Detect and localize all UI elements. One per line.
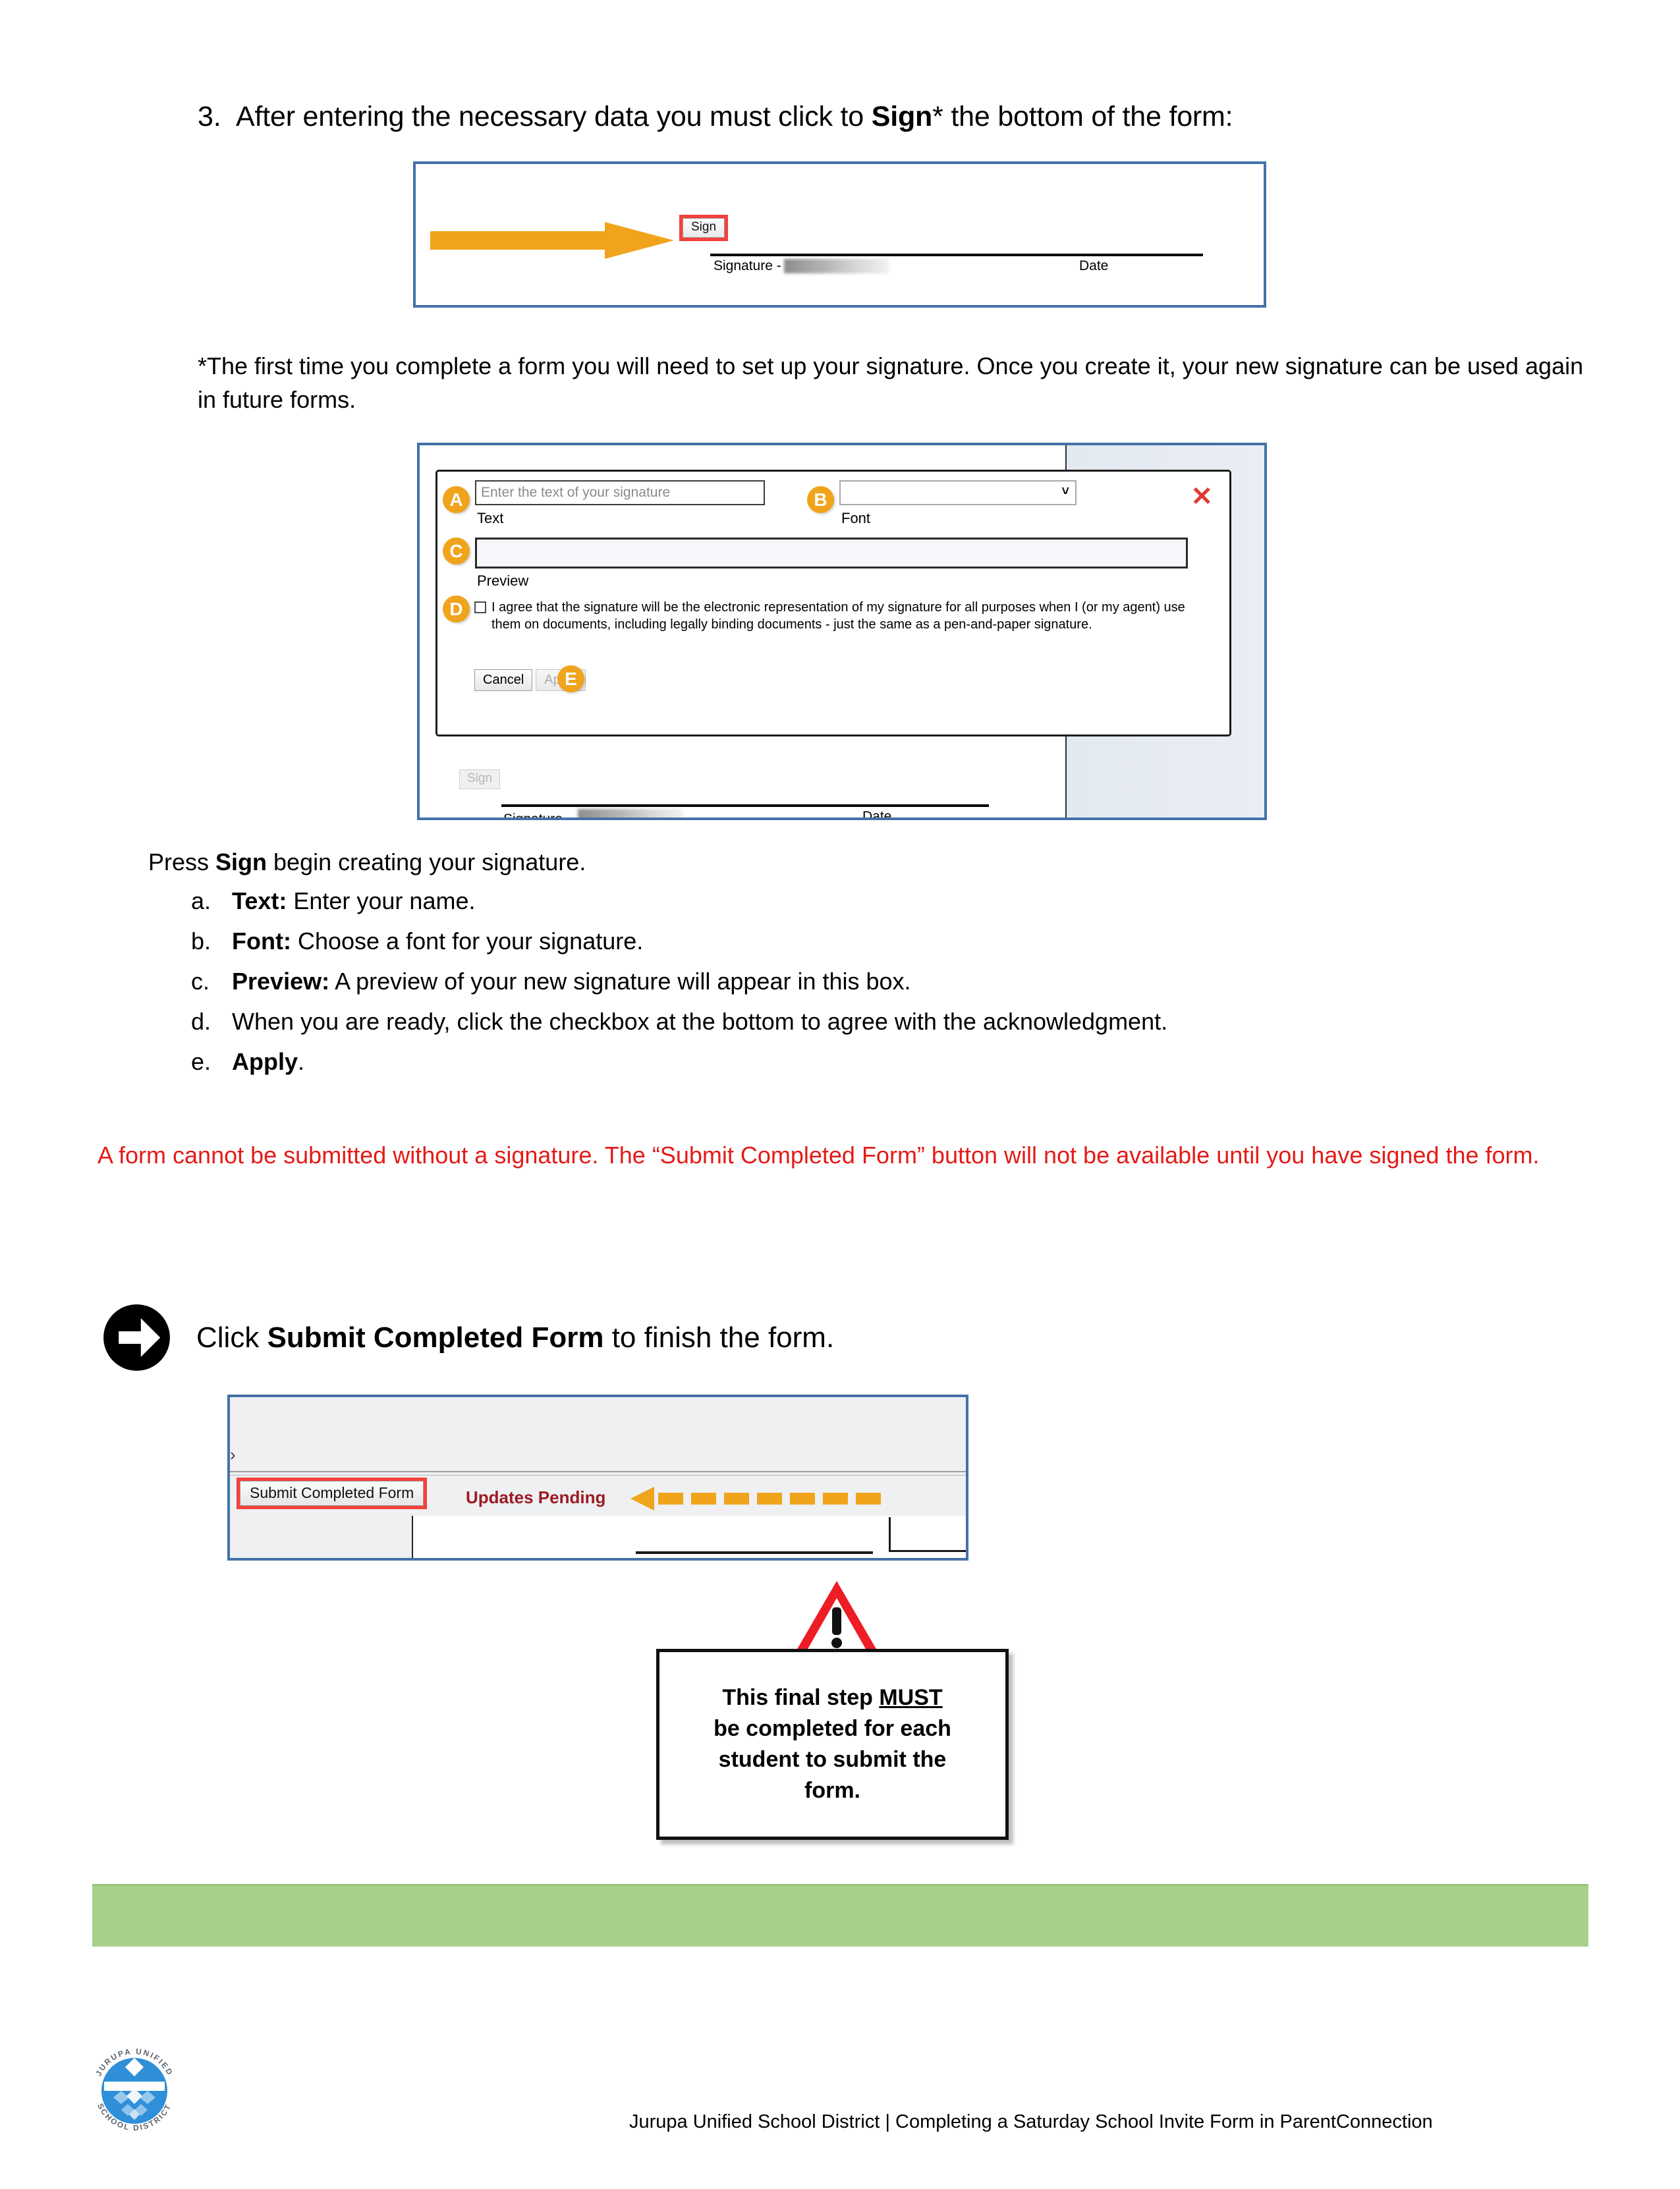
submit-instruction-text: Click Submit Completed Form to finish th… bbox=[196, 1321, 834, 1354]
final-step-callout: This final step MUST be completed for ea… bbox=[656, 1649, 1009, 1840]
callout-line3: student to submit the bbox=[718, 1747, 947, 1772]
submit-instruction-row: Click Submit Completed Form to finish th… bbox=[102, 1303, 834, 1372]
press-sign-line: Press Sign begin creating your signature… bbox=[148, 848, 586, 876]
agree-checkbox[interactable] bbox=[474, 601, 486, 613]
form-cell-a bbox=[412, 1516, 638, 1558]
step-text-before: After entering the necessary data you mu… bbox=[236, 101, 872, 132]
marker-d: D bbox=[443, 596, 470, 623]
callout-text: This final step MUST be completed for ea… bbox=[704, 1682, 961, 1806]
partial-glyph: › bbox=[230, 1445, 236, 1464]
list-marker: e. bbox=[191, 1048, 211, 1075]
list-text: Text: Enter your name. bbox=[232, 889, 475, 913]
submit-completed-form-button[interactable]: Submit Completed Form bbox=[240, 1481, 424, 1507]
signature-label: Signature - bbox=[503, 812, 571, 820]
list-rest: Choose a font for your signature. bbox=[291, 928, 644, 955]
orange-arrow-icon bbox=[430, 222, 674, 259]
red-warning-paragraph: A form cannot be submitted without a sig… bbox=[98, 1142, 1540, 1169]
list-text: Apply. bbox=[232, 1050, 304, 1074]
step-bold-sign: Sign bbox=[871, 101, 933, 132]
press-bold: Sign bbox=[215, 848, 267, 875]
circle-right-arrow-icon bbox=[103, 1304, 170, 1371]
submit-button-highlight: Submit Completed Form bbox=[237, 1478, 428, 1510]
date-label: Date bbox=[1079, 258, 1109, 273]
close-icon[interactable]: ✕ bbox=[1190, 484, 1213, 510]
signature-setup-dialog: ✕ A Enter the text of your signature Tex… bbox=[435, 470, 1231, 736]
footer-text: Jurupa Unified School District | Complet… bbox=[629, 2111, 1433, 2132]
dashed-orange-arrow-icon bbox=[630, 1487, 881, 1510]
acknowledgment-row: I agree that the signature will be the e… bbox=[474, 599, 1192, 634]
submit-before: Click bbox=[196, 1321, 267, 1354]
form-bottom-area: Sign Signature - Date bbox=[435, 745, 1167, 817]
step-3-heading: 3. After entering the necessary data you … bbox=[198, 97, 1581, 136]
font-select[interactable]: ˅ bbox=[839, 480, 1077, 505]
sign-button[interactable]: Sign bbox=[683, 218, 725, 238]
redacted-name-block bbox=[577, 809, 683, 817]
sign-button-disabled: Sign bbox=[459, 769, 501, 789]
press-after: begin creating your signature. bbox=[267, 848, 586, 875]
signature-steps-list: a. Text: Enter your name. b. Font: Choos… bbox=[191, 889, 1509, 1090]
signature-label: Signature - bbox=[714, 258, 781, 273]
form-toolbar-strip bbox=[230, 1397, 966, 1476]
marker-e: E bbox=[557, 665, 584, 692]
divider-line bbox=[230, 1471, 966, 1472]
font-label: Font bbox=[841, 510, 871, 526]
list-marker: b. bbox=[191, 928, 211, 955]
signature-caption: Signature - Date bbox=[503, 809, 991, 820]
list-marker: c. bbox=[191, 968, 210, 995]
preview-label: Preview bbox=[477, 572, 529, 589]
sign-button-highlight: Sign bbox=[679, 215, 729, 241]
figure-submit-completed-form: › Submit Completed Form Updates Pending bbox=[227, 1395, 968, 1561]
cancel-button[interactable]: Cancel bbox=[474, 669, 533, 691]
callout-must: MUST bbox=[879, 1685, 943, 1711]
signature-line bbox=[710, 254, 1203, 256]
callout-line2: be completed for each bbox=[714, 1716, 951, 1742]
form-corner-notch bbox=[889, 1517, 966, 1552]
list-bold: Font: bbox=[232, 928, 291, 955]
jurupa-district-logo: JURUPA UNIFIED SCHOOL DISTRICT bbox=[94, 2047, 173, 2132]
list-item: d. When you are ready, click the checkbo… bbox=[191, 1010, 1509, 1034]
list-item: e. Apply. bbox=[191, 1050, 1509, 1074]
list-rest: . bbox=[298, 1048, 305, 1075]
marker-a: A bbox=[443, 486, 470, 513]
marker-b: B bbox=[807, 486, 834, 513]
acknowledgment-text: I agree that the signature will be the e… bbox=[491, 600, 1185, 632]
form-underline bbox=[636, 1551, 873, 1554]
list-rest: Enter your name. bbox=[287, 887, 476, 914]
step-text-after: * the bottom of the form: bbox=[932, 101, 1233, 132]
footnote-paragraph: *The first time you complete a form you … bbox=[198, 352, 1584, 414]
list-item: a. Text: Enter your name. bbox=[191, 889, 1509, 913]
list-item: b. Font: Choose a font for your signatur… bbox=[191, 929, 1509, 953]
callout-line1-before: This final step bbox=[722, 1685, 880, 1711]
chevron-down-icon: ˅ bbox=[1061, 484, 1069, 499]
figure-sign-button: Sign Signature - Date bbox=[413, 161, 1266, 308]
list-marker: a. bbox=[191, 887, 211, 914]
step-number: 3. bbox=[198, 101, 221, 132]
updates-pending-status: Updates Pending bbox=[466, 1487, 606, 1507]
list-text: Preview: A preview of your new signature… bbox=[232, 970, 911, 993]
text-label: Text bbox=[477, 510, 504, 526]
submit-after: to finish the form. bbox=[603, 1321, 835, 1354]
submit-bold: Submit Completed Form bbox=[267, 1321, 604, 1354]
list-bold: Text: bbox=[232, 887, 287, 914]
figure-signature-dialog: ✕ A Enter the text of your signature Tex… bbox=[417, 443, 1267, 820]
list-rest: When you are ready, click the checkbox a… bbox=[232, 1008, 1168, 1035]
list-rest: A preview of your new signature will app… bbox=[329, 968, 911, 995]
list-marker: d. bbox=[191, 1008, 211, 1035]
date-label: Date bbox=[862, 809, 892, 820]
signature-text-input[interactable]: Enter the text of your signature bbox=[475, 480, 765, 505]
list-item: c. Preview: A preview of your new signat… bbox=[191, 970, 1509, 993]
signature-caption: Signature - Date bbox=[714, 258, 1204, 274]
redacted-name-block bbox=[783, 259, 889, 273]
document-page: 3. After entering the necessary data you … bbox=[0, 0, 1680, 2189]
list-text: Font: Choose a font for your signature. bbox=[232, 929, 643, 953]
signature-preview-box bbox=[475, 538, 1188, 568]
list-bold: Apply bbox=[232, 1048, 298, 1075]
signature-line bbox=[501, 804, 989, 807]
green-divider-bar bbox=[92, 1884, 1588, 1947]
press-before: Press bbox=[148, 848, 216, 875]
list-text: When you are ready, click the checkbox a… bbox=[232, 1010, 1167, 1034]
callout-line4: form. bbox=[804, 1777, 860, 1803]
list-bold: Preview: bbox=[232, 968, 330, 995]
marker-c: C bbox=[443, 538, 470, 565]
